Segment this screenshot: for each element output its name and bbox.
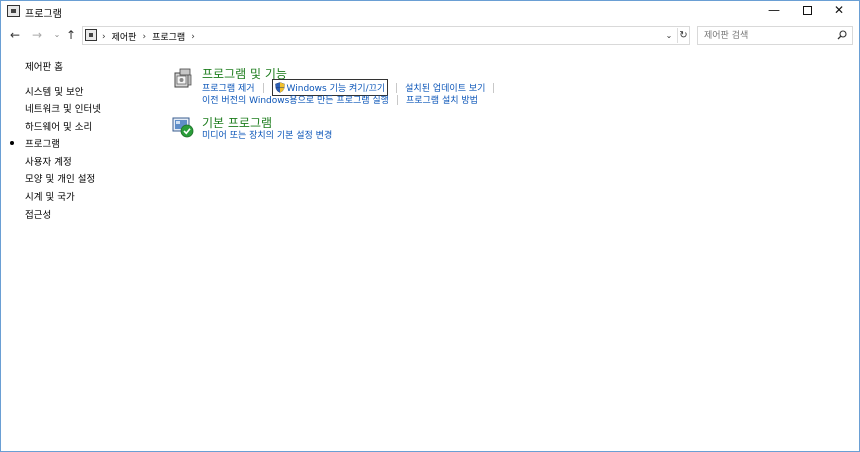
breadcrumb-programs[interactable]: 프로그램 — [152, 30, 185, 43]
link-divider — [396, 82, 398, 93]
address-dropdown-button[interactable]: ⌄ — [663, 29, 675, 43]
breadcrumb-separator: › — [102, 31, 106, 42]
sidebar-item-programs[interactable]: 프로그램 — [25, 136, 60, 150]
control-panel-icon — [85, 29, 97, 41]
refresh-button[interactable]: ↻ — [677, 28, 689, 43]
navigation-bar: ← → ⌄ ↑ › 제어판 › 프로그램 › ⌄ ↻ — [1, 24, 859, 46]
search-icon[interactable] — [837, 30, 847, 40]
link-divider — [262, 82, 264, 93]
active-bullet-icon — [10, 141, 14, 145]
sidebar-home-link[interactable]: 제어판 홈 — [25, 59, 63, 73]
sidebar-item-network-internet[interactable]: 네트워크 및 인터넷 — [25, 101, 101, 115]
program-compatibility-link[interactable]: 이전 버전의 Windows용으로 만든 프로그램 실행 — [202, 93, 389, 106]
sidebar-item-hardware-sound[interactable]: 하드웨어 및 소리 — [25, 119, 92, 133]
address-bar[interactable]: › 제어판 › 프로그램 › ⌄ ↻ — [82, 26, 690, 45]
sidebar-item-accessibility[interactable]: 접근성 — [25, 207, 51, 221]
control-panel-window: 프로그램 — ✕ ← → ⌄ ↑ › 제어판 › 프로그램 › ⌄ ↻ 제어판 … — [0, 0, 860, 452]
control-panel-icon — [7, 5, 20, 17]
up-button[interactable]: ↑ — [63, 26, 79, 44]
search-box[interactable] — [697, 26, 853, 45]
programs-features-icon — [174, 68, 192, 88]
title-bar: 프로그램 — ✕ — [1, 1, 859, 22]
how-to-install-program-link[interactable]: 프로그램 설치 방법 — [406, 93, 478, 106]
maximize-button[interactable] — [791, 1, 823, 21]
sidebar-item-clock-region[interactable]: 시계 및 국가 — [25, 189, 75, 203]
change-default-media-settings-link[interactable]: 미디어 또는 장치의 기본 설정 변경 — [202, 128, 332, 141]
link-divider — [493, 82, 495, 93]
programs-features-links-row2: 이전 버전의 Windows용으로 만든 프로그램 실행 프로그램 설치 방법 — [202, 93, 478, 106]
breadcrumb-control-panel[interactable]: 제어판 — [112, 30, 137, 43]
search-input[interactable] — [704, 29, 830, 42]
forward-button[interactable]: → — [29, 26, 45, 44]
sidebar-item-appearance[interactable]: 모양 및 개인 설정 — [25, 171, 95, 185]
close-button[interactable]: ✕ — [823, 1, 855, 21]
default-programs-icon — [172, 117, 194, 138]
breadcrumb-separator: › — [142, 31, 147, 42]
uac-shield-icon — [274, 82, 285, 93]
breadcrumb: › 제어판 › 프로그램 › — [102, 30, 201, 44]
sidebar-item-user-accounts[interactable]: 사용자 계정 — [25, 154, 72, 168]
minimize-button[interactable]: — — [758, 1, 790, 21]
maximize-icon — [802, 6, 812, 15]
window-title: 프로그램 — [25, 9, 62, 20]
breadcrumb-separator[interactable]: › — [191, 32, 195, 42]
link-divider — [396, 94, 398, 105]
default-programs-links: 미디어 또는 장치의 기본 설정 변경 — [202, 128, 332, 141]
back-button[interactable]: ← — [7, 26, 23, 44]
sidebar-item-system-security[interactable]: 시스템 및 보안 — [25, 84, 83, 98]
